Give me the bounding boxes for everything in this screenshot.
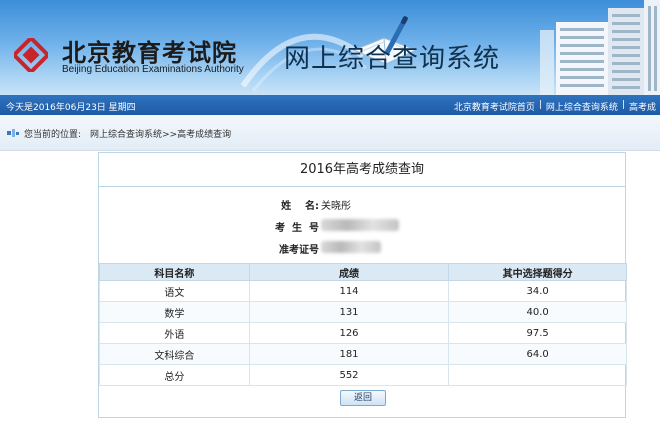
table-row: 数学 131 40.0	[99, 301, 627, 323]
cell-score: 181	[248, 343, 450, 365]
panel-title: 2016年高考成绩查询	[99, 153, 625, 187]
top-navigation-bar: 今天是2016年06月23日 星期四 北京教育考试院首页 | 网上综合查询系统 …	[0, 95, 660, 115]
info-row-name: 姓 名: 关晓彤	[99, 197, 625, 217]
building-graphic	[540, 0, 660, 95]
link-eea-home[interactable]: 北京教育考试院首页	[454, 100, 535, 113]
cell-subject: 语文	[99, 280, 250, 302]
info-value-name: 关晓彤	[321, 201, 351, 212]
column-header-choice-score: 其中选择题得分	[448, 263, 627, 281]
breadcrumb: 您当前的位置: 网上综合查询系统 >>高考成绩查询	[0, 115, 660, 151]
score-table: 科目名称 成绩 其中选择题得分 语文 114 34.0 数学 131 40.0 …	[99, 263, 627, 386]
cell-subject: 总分	[99, 364, 250, 386]
info-label: 姓 名:	[281, 201, 319, 212]
logo-chinese-name: 北京教育考试院	[62, 38, 237, 67]
cell-score: 131	[248, 301, 450, 323]
column-header-score: 成绩	[248, 263, 450, 281]
column-header-subject: 科目名称	[99, 263, 250, 281]
link-separator: |	[538, 100, 542, 110]
location-marker-icon	[7, 129, 19, 137]
info-value-redacted	[321, 241, 381, 253]
cell-choice-score: 40.0	[448, 301, 627, 323]
info-row-ticket-id: 准考证号	[99, 241, 625, 261]
cell-score: 552	[248, 364, 450, 386]
cell-choice-score	[448, 364, 627, 386]
link-query-system[interactable]: 网上综合查询系统	[546, 100, 618, 113]
cell-choice-score: 34.0	[448, 280, 627, 302]
system-title: 网上综合查询系统	[284, 44, 501, 74]
breadcrumb-prefix: 您当前的位置:	[24, 130, 82, 140]
table-header-row: 科目名称 成绩 其中选择题得分	[99, 263, 627, 281]
redacted-value	[321, 241, 381, 253]
header-banner: 北京教育考试院 Beijing Education Examinations A…	[0, 0, 660, 95]
score-query-panel: 2016年高考成绩查询 姓 名: 关晓彤 考 生 号 准考证号 科目名称 成绩 …	[98, 152, 627, 418]
info-label: 考 生 号	[275, 223, 319, 234]
back-button[interactable]: 返回	[340, 390, 386, 406]
cell-subject: 数学	[99, 301, 250, 323]
cell-score: 114	[248, 280, 450, 302]
logo-english-name: Beijing Education Examinations Authority	[62, 64, 244, 75]
info-value-redacted	[321, 219, 399, 231]
current-date-text: 今天是2016年06月23日 星期四	[6, 103, 136, 113]
breadcrumb-text: 您当前的位置: 网上综合查询系统 >>高考成绩查询	[24, 127, 231, 140]
education-authority-logo-icon	[14, 38, 48, 72]
cell-subject: 外语	[99, 322, 250, 344]
info-label: 准考证号	[279, 245, 319, 256]
cell-choice-score: 97.5	[448, 322, 627, 344]
cell-score: 126	[248, 322, 450, 344]
link-gaokao-score[interactable]: 高考成	[629, 100, 656, 113]
link-separator: |	[621, 100, 625, 110]
breadcrumb-item-score-query[interactable]: >>高考成绩查询	[162, 127, 231, 140]
redacted-value	[321, 219, 399, 231]
table-row: 外语 126 97.5	[99, 322, 627, 344]
info-row-exam-id: 考 生 号	[99, 219, 625, 239]
cell-choice-score: 64.0	[448, 343, 627, 365]
table-row: 文科综合 181 64.0	[99, 343, 627, 365]
candidate-info: 姓 名: 关晓彤 考 生 号 准考证号	[99, 187, 625, 263]
breadcrumb-item-query-system[interactable]: 网上综合查询系统	[90, 127, 162, 140]
top-links: 北京教育考试院首页 | 网上综合查询系统 | 高考成	[454, 100, 656, 113]
table-row: 语文 114 34.0	[99, 280, 627, 302]
cell-subject: 文科综合	[99, 343, 250, 365]
table-row-total: 总分 552	[99, 364, 627, 386]
